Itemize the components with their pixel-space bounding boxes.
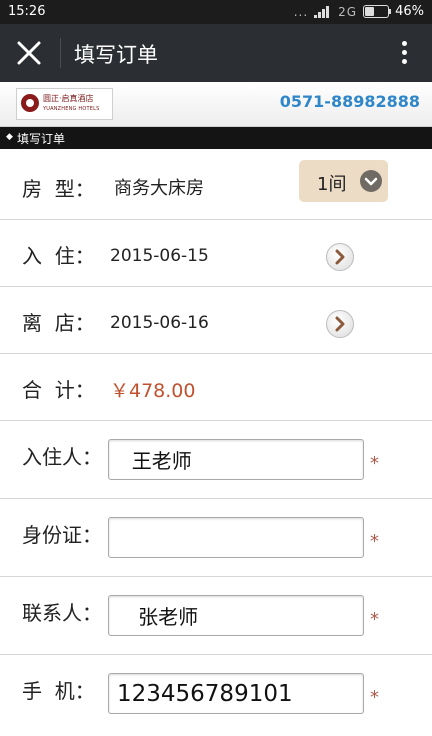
room-count-value: 1间 (317, 174, 347, 195)
more-vertical-icon[interactable] (396, 38, 412, 68)
chevron-right-icon[interactable] (326, 310, 354, 338)
battery-level: 46% (395, 4, 424, 19)
contact-name-input[interactable] (108, 595, 364, 636)
hotel-phone-link[interactable]: 0571-88982888 (280, 92, 420, 111)
mobile-input[interactable] (108, 673, 364, 714)
hotel-logo-name: 圆正·启真酒店 (43, 94, 94, 103)
required-mark: * (370, 609, 379, 630)
required-mark: * (370, 531, 379, 552)
status-bar: 15:26 ... 2G 46% (0, 0, 432, 24)
battery-icon (363, 5, 392, 18)
diamond-bullet-icon: ◆ (6, 132, 13, 142)
check-out-row[interactable]: 离 店： 2015-06-16 (0, 287, 432, 354)
chevron-right-icon[interactable] (326, 243, 354, 271)
nav-bar: 填写订单 (0, 24, 432, 82)
mobile-label: 手 机： (22, 679, 95, 703)
check-in-label: 入 住： (22, 244, 95, 268)
contact-label: 联系人： (22, 601, 102, 625)
status-indicators: ... 2G 46% (294, 4, 424, 19)
room-count-select[interactable]: 1间 (299, 160, 388, 202)
hotel-header: 圆正·启真酒店 YUANZHENG HOTELS 0571-88982888 (0, 82, 432, 127)
guest-label: 入住人： (22, 445, 102, 469)
status-time: 15:26 (8, 4, 46, 19)
id-card-row: 身份证： * (0, 499, 432, 577)
required-mark: * (370, 453, 379, 474)
chevron-down-icon (360, 170, 382, 192)
check-in-row[interactable]: 入 住： 2015-06-15 (0, 220, 432, 287)
mobile-row: 手 机： * (0, 655, 432, 736)
section-title: 填写订单 (17, 132, 66, 146)
status-dots: ... (293, 4, 309, 19)
total-row: 合 计： ￥478.00 (0, 354, 432, 421)
page-title: 填写订单 (74, 43, 158, 67)
check-out-date: 2015-06-16 (110, 313, 209, 333)
room-type-row: 房 型： 商务大床房 1间 (0, 150, 432, 220)
guest-row: 入住人： * (0, 421, 432, 499)
hotel-logo: 圆正·启真酒店 YUANZHENG HOTELS (16, 88, 113, 120)
total-label: 合 计： (22, 378, 95, 402)
check-out-label: 离 店： (22, 311, 95, 335)
required-mark: * (370, 687, 379, 708)
id-card-label: 身份证： (22, 523, 102, 547)
check-in-date: 2015-06-15 (110, 246, 209, 266)
section-header: ◆ 填写订单 (0, 127, 432, 149)
id-card-input[interactable] (108, 517, 364, 558)
close-icon[interactable] (12, 36, 46, 70)
contact-row: 联系人： * (0, 577, 432, 655)
nav-divider (60, 38, 61, 68)
hotel-logo-mark-icon (21, 94, 39, 112)
network-type: 2G (338, 4, 358, 19)
total-price: ￥478.00 (110, 380, 196, 402)
hotel-logo-name-en: YUANZHENG HOTELS (43, 106, 100, 112)
room-type-value: 商务大床房 (114, 178, 204, 199)
room-type-label: 房 型： (22, 177, 95, 201)
signal-icon (314, 5, 332, 18)
guest-name-input[interactable] (108, 439, 364, 480)
